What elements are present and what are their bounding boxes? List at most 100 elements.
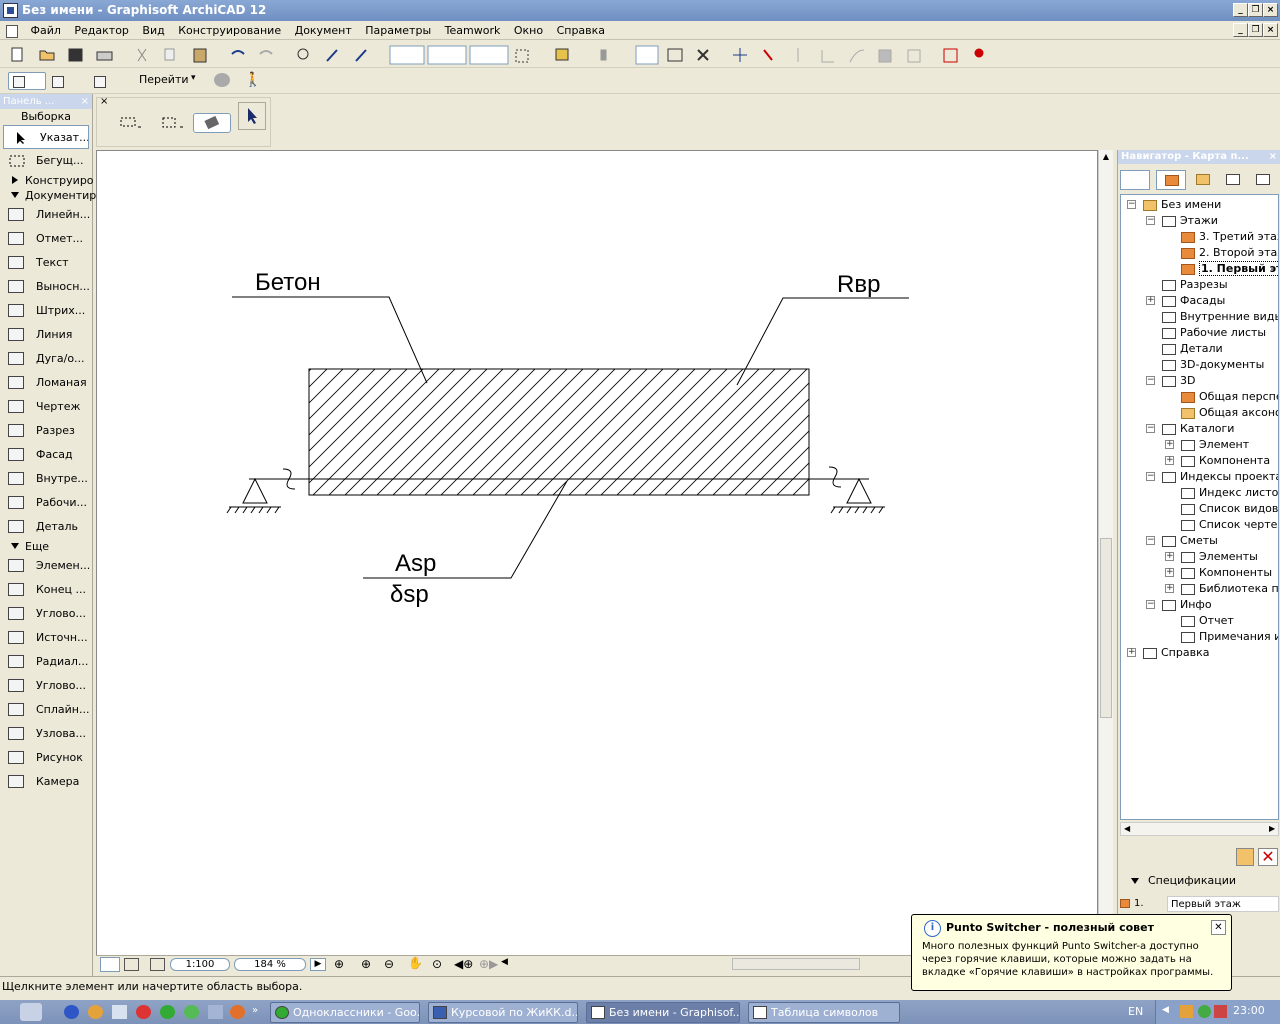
tree-node-facades[interactable]: Фасады — [1162, 293, 1225, 309]
publisher-icon[interactable] — [1256, 174, 1270, 185]
tree-node-sections[interactable]: Разрезы — [1162, 277, 1228, 293]
view-map-icon[interactable] — [1196, 174, 1210, 185]
menu-document[interactable]: Документ — [290, 21, 357, 40]
document-tool-8[interactable]: Чертеж — [0, 395, 92, 419]
menu-file[interactable]: Файл — [26, 21, 66, 40]
tree-node-story1[interactable]: 1. Первый эта — [1181, 261, 1278, 277]
goto-dropdown-arrow[interactable]: ▾ — [191, 73, 196, 83]
new-view-icon[interactable] — [1236, 848, 1254, 866]
pan-icon[interactable]: ✋ — [408, 956, 423, 970]
tray-flag-icon[interactable] — [1214, 1005, 1227, 1018]
vertical-scrollbar[interactable]: ▲ — [1098, 150, 1113, 956]
scroll-left-icon[interactable]: ◀ — [501, 957, 508, 967]
zoom-menu-arrow[interactable]: ▶ — [310, 958, 326, 971]
infobox-close-icon[interactable]: × — [100, 96, 108, 107]
tree-scroll-right-icon[interactable]: ▶ — [1269, 824, 1275, 833]
menu-options[interactable]: Параметры — [360, 21, 436, 40]
minimize-button[interactable]: _ — [1233, 3, 1248, 17]
zoom-field[interactable]: 184 % — [234, 958, 306, 971]
tree-expander-icon[interactable]: + — [1165, 584, 1174, 593]
more-tool-0[interactable]: Элемен... — [0, 554, 92, 578]
tree-expander-icon[interactable]: − — [1146, 536, 1155, 545]
tool-marquee[interactable]: Бегущ... — [0, 149, 92, 173]
drawing-canvas[interactable]: Бетон Rвр Asp δsp — [96, 150, 1098, 956]
eraser-button[interactable] — [193, 113, 231, 133]
tray-expand-icon[interactable]: ◀ — [1162, 1005, 1169, 1015]
document-tool-3[interactable]: Выносн... — [0, 275, 92, 299]
tree-node-elem[interactable]: Элемент — [1181, 437, 1249, 453]
tree-node-n3d[interactable]: 3D — [1162, 373, 1195, 389]
task-word-doc[interactable]: Курсовой по ЖиКК.d... — [428, 1002, 578, 1023]
document-tool-9[interactable]: Разрез — [0, 419, 92, 443]
tree-node-story2[interactable]: 2. Второй этаж — [1181, 245, 1278, 261]
more-tool-6[interactable]: Сплайн... — [0, 698, 92, 722]
document-tool-11[interactable]: Внутре... — [0, 467, 92, 491]
tree-expander-icon[interactable]: + — [1146, 296, 1155, 305]
previous-zoom-icon[interactable]: ◀⊕ — [454, 957, 473, 971]
quicklaunch-opera-icon[interactable] — [136, 1005, 151, 1019]
group-design[interactable]: Конструиро — [0, 173, 94, 188]
tree-node-estimates[interactable]: Сметы — [1162, 533, 1218, 549]
menu-help[interactable]: Справка — [552, 21, 610, 40]
menu-window[interactable]: Окно — [509, 21, 548, 40]
tree-expander-icon[interactable]: + — [1165, 440, 1174, 449]
quicklaunch-desktop-icon[interactable] — [112, 1005, 127, 1019]
tree-node-library[interactable]: Библиотека по — [1181, 581, 1278, 597]
tool-arrow[interactable]: Указат... — [3, 125, 89, 149]
document-tool-2[interactable]: Текст — [0, 251, 92, 275]
menu-view[interactable]: Вид — [137, 21, 169, 40]
close-button[interactable]: × — [1263, 3, 1278, 17]
tree-expander-icon[interactable]: − — [1146, 600, 1155, 609]
document-tool-6[interactable]: Дуга/о... — [0, 347, 92, 371]
task-charmap[interactable]: Таблица символов — [748, 1002, 900, 1023]
tree-node-story3[interactable]: 3. Третий этаж — [1181, 229, 1278, 245]
document-icon[interactable] — [6, 24, 18, 38]
tree-node-persp[interactable]: Общая перспек — [1181, 389, 1278, 405]
quicklaunch-chrome-icon[interactable] — [160, 1005, 175, 1019]
more-tool-1[interactable]: Конец ... — [0, 578, 92, 602]
more-tool-8[interactable]: Рисунок — [0, 746, 92, 770]
fit-in-window-icon[interactable]: ⊙ — [432, 957, 442, 971]
more-tool-5[interactable]: Углово... — [0, 674, 92, 698]
tree-node-stories[interactable]: Этажи — [1162, 213, 1218, 229]
menu-teamwork[interactable]: Teamwork — [440, 21, 506, 40]
quicklaunch-more-icon[interactable]: » — [252, 1005, 264, 1019]
project-map-icon[interactable] — [1156, 170, 1186, 190]
quicklaunch-icq-icon[interactable] — [184, 1005, 199, 1019]
more-tool-7[interactable]: Узлова... — [0, 722, 92, 746]
more-tool-2[interactable]: Углово... — [0, 602, 92, 626]
zoom-area-icon[interactable]: ⊕ — [334, 957, 344, 971]
tip-close-button[interactable]: ✕ — [1211, 920, 1226, 935]
group-more[interactable]: Еще — [0, 539, 92, 554]
quicklaunch-firefox-icon[interactable] — [230, 1005, 245, 1019]
start-button[interactable] — [20, 1003, 42, 1021]
document-tool-4[interactable]: Штрих... — [0, 299, 92, 323]
doc-minimize-button[interactable]: _ — [1233, 23, 1248, 37]
quicklaunch-media-icon[interactable] — [64, 1005, 79, 1019]
tree-node-indexes[interactable]: Индексы проекта — [1162, 469, 1278, 485]
document-tool-0[interactable]: Линейн... — [0, 203, 92, 227]
task-archicad[interactable]: Без имени - Graphisof... — [586, 1002, 740, 1023]
layout-book-icon[interactable] — [1226, 174, 1240, 185]
goto-button[interactable]: Перейти — [139, 73, 189, 86]
document-tool-12[interactable]: Рабочи... — [0, 491, 92, 515]
group-document[interactable]: Документир — [0, 188, 96, 203]
archicad-app-icon[interactable] — [3, 3, 18, 18]
tree-expander-icon[interactable]: − — [1146, 216, 1155, 225]
spec-value-field[interactable]: Первый этаж — [1167, 896, 1279, 912]
tree-expander-icon[interactable]: + — [1165, 568, 1174, 577]
doc-restore-button[interactable]: ❐ — [1248, 23, 1263, 37]
navigator-close-icon[interactable]: × — [1269, 150, 1277, 164]
tree-node-comp[interactable]: Компонента — [1181, 453, 1270, 469]
tree-node-docs3d[interactable]: 3D-документы — [1162, 357, 1264, 373]
tree-node-interiors[interactable]: Внутренние виды — [1162, 309, 1278, 325]
model-view-icon[interactable] — [124, 958, 139, 971]
navigator-popup-icon[interactable] — [1120, 170, 1150, 190]
tree-node-elements[interactable]: Элементы — [1181, 549, 1258, 565]
layer-combo-icon[interactable] — [100, 957, 120, 972]
tree-node-report[interactable]: Отчет — [1181, 613, 1234, 629]
document-tool-1[interactable]: Отмет... — [0, 227, 92, 251]
scale-field[interactable]: 1:100 — [170, 958, 230, 971]
tree-expander-icon[interactable]: − — [1146, 472, 1155, 481]
zoom-out-icon[interactable]: ⊖ — [384, 957, 394, 971]
